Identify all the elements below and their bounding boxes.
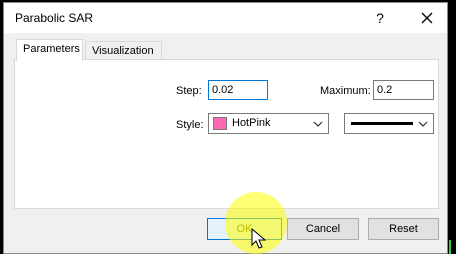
title-bar[interactable]: Parabolic SAR ? [4,3,447,33]
step-label: Step: [176,85,202,97]
chevron-down-icon [418,121,428,127]
color-dropdown[interactable]: HotPink [208,113,329,134]
mouse-cursor-icon [251,228,267,249]
background-strip [448,0,456,254]
line-style-dropdown[interactable] [344,113,434,134]
step-input[interactable]: 0.02 [208,80,268,100]
solid-line-icon [351,122,413,125]
close-icon[interactable] [418,9,436,27]
reset-button[interactable]: Reset [368,218,439,240]
cancel-button[interactable]: Cancel [287,218,359,240]
color-value: HotPink [232,117,271,129]
tab-visualization[interactable]: Visualization [85,41,162,59]
maximum-input[interactable]: 0.2 [373,80,434,100]
dialog-title: Parabolic SAR [15,11,94,25]
parameters-panel: Step: 0.02 Maximum: 0.2 Style: HotPink [14,59,439,209]
style-label: Style: [176,119,204,131]
tab-parameters[interactable]: Parameters [16,39,83,61]
background-marker [449,240,451,254]
maximum-label: Maximum: [320,85,371,97]
color-swatch [213,117,227,130]
chevron-down-icon [313,121,323,127]
tab-bar: Parameters Visualization [14,39,434,61]
help-button[interactable]: ? [372,9,388,27]
